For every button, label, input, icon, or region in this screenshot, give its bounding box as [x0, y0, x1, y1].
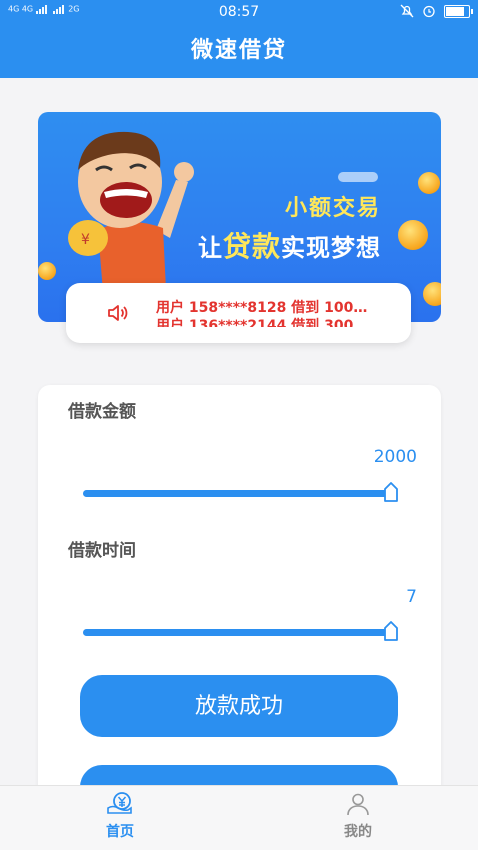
speaker-icon	[108, 305, 128, 321]
person-icon	[347, 793, 369, 816]
amount-slider[interactable]	[83, 482, 398, 502]
loan-success-button[interactable]: 放款成功	[80, 675, 398, 737]
bubble-decoration	[338, 172, 378, 182]
amount-label: 借款金额	[68, 402, 136, 422]
svg-text:¥: ¥	[81, 232, 90, 248]
duration-label: 借款时间	[68, 541, 136, 561]
coin-decoration	[418, 172, 440, 194]
status-bar: 4G 4G 2G 08:57	[0, 0, 478, 24]
tab-home-label: 首页	[106, 824, 134, 840]
duration-slider-thumb[interactable]	[383, 621, 399, 641]
banner-tagline-suffix: 实现梦想	[281, 234, 381, 262]
coin-decoration	[38, 262, 56, 280]
banner-tagline-highlight: 贷款	[222, 230, 281, 263]
alarm-icon	[423, 5, 435, 18]
banner-headline: 小额交易	[284, 196, 381, 221]
battery-icon	[444, 4, 473, 18]
notice-item: 用户 136****2144 借到 3000 元	[156, 318, 370, 327]
coin-decoration	[423, 282, 441, 306]
tab-home[interactable]: 首页	[80, 792, 160, 841]
yen-coin-icon	[107, 792, 132, 814]
notice-list: 用户 158****8128 借到 10000… 用户 136****2144 …	[156, 299, 370, 327]
banner-tagline: 让贷款实现梦想	[198, 225, 381, 265]
amount-value: 2000	[373, 447, 417, 467]
tab-mine[interactable]: 我的	[318, 792, 398, 841]
duration-value: 7	[406, 587, 417, 607]
amount-slider-fill	[83, 490, 391, 497]
duration-slider-fill	[83, 629, 391, 636]
amount-slider-thumb[interactable]	[383, 482, 399, 502]
banner-tagline-prefix: 让	[197, 234, 223, 262]
notice-item: 用户 158****8128 借到 10000…	[156, 300, 370, 316]
loan-notice-ticker[interactable]: 用户 158****8128 借到 10000… 用户 136****2144 …	[66, 283, 411, 343]
tab-mine-label: 我的	[344, 824, 372, 840]
bottom-tab-bar: 首页 我的	[0, 785, 478, 850]
loan-form-card: 借款金额 2000 借款时间 7 放款成功	[38, 385, 441, 827]
mute-icon	[400, 4, 414, 18]
coin-decoration	[398, 220, 428, 250]
duration-slider[interactable]	[83, 621, 398, 641]
page-title: 微速借贷	[0, 24, 478, 78]
